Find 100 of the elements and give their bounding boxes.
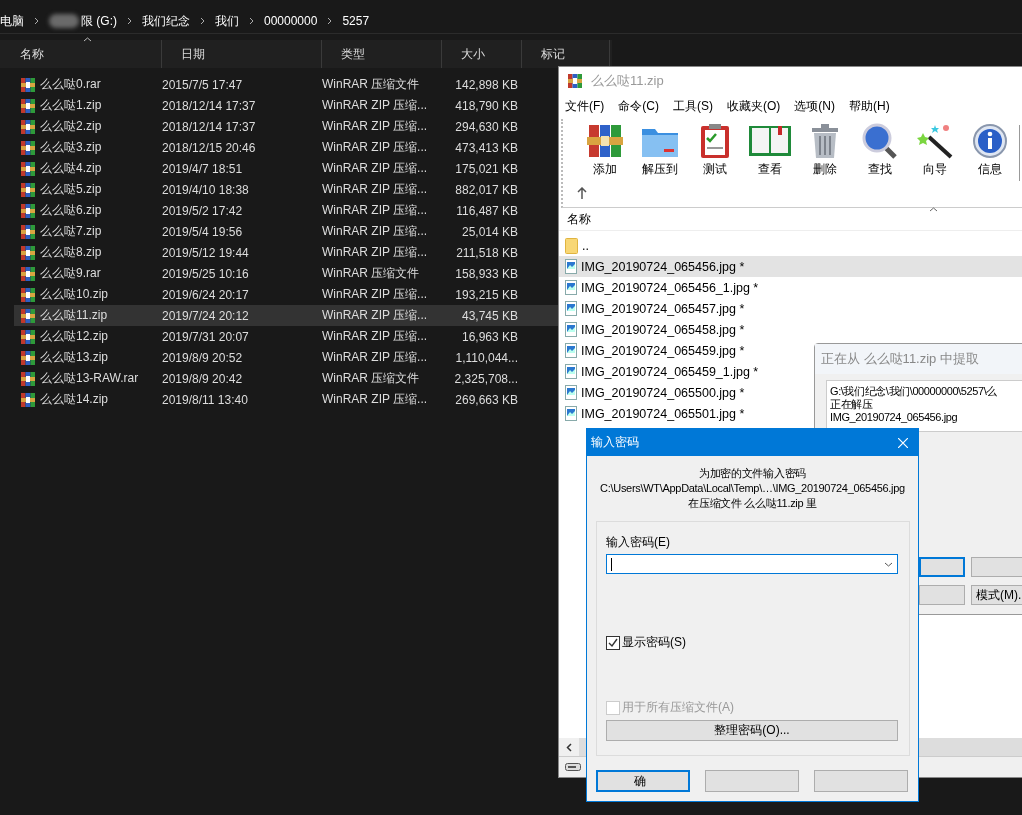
breadcrumb-item[interactable]: 00000000 bbox=[264, 14, 318, 28]
file-row[interactable]: 么么哒9.rar 2019/5/25 10:16 WinRAR 压缩文件 158,933 KB bbox=[14, 263, 558, 284]
file-date: 2019/6/24 20:17 bbox=[162, 287, 250, 302]
file-name: 么么哒6.zip bbox=[40, 202, 102, 219]
menu-item[interactable]: 选项(N) bbox=[794, 98, 835, 115]
menu-item[interactable]: 收藏夹(O) bbox=[727, 98, 781, 115]
archive-entry[interactable]: IMG_20190724_065456.jpg * bbox=[559, 256, 1022, 277]
chevron-icon bbox=[200, 17, 205, 25]
archive-icon bbox=[20, 118, 36, 135]
file-row[interactable]: 么么哒12.zip 2019/7/31 20:07 WinRAR ZIP 压缩... 16,963 KB bbox=[14, 326, 558, 347]
toolbar-button[interactable]: 删除 bbox=[797, 119, 852, 181]
archive-entry[interactable]: IMG_20190724_065459_1.jpg * bbox=[559, 361, 765, 382]
archive-icon bbox=[20, 286, 36, 303]
column-header[interactable]: 类型 bbox=[322, 40, 442, 68]
toolbar-button[interactable]: 信息 bbox=[962, 119, 1017, 181]
file-type: WinRAR ZIP 压缩... bbox=[322, 118, 429, 135]
file-size: 294,630 KB bbox=[454, 119, 518, 134]
file-date: 2015/7/5 17:47 bbox=[162, 77, 244, 92]
info-icon bbox=[971, 123, 1008, 159]
file-size: 16,963 KB bbox=[460, 329, 518, 344]
image-file-icon bbox=[565, 385, 577, 400]
file-row[interactable]: 么么哒2.zip 2018/12/14 17:37 WinRAR ZIP 压缩... 294,630 KB bbox=[14, 116, 558, 137]
file-row[interactable]: 么么哒11.zip 2019/7/24 20:12 WinRAR ZIP 压缩... 43,745 KB bbox=[14, 305, 558, 326]
file-type: WinRAR 压缩文件 bbox=[322, 76, 421, 93]
menu-item[interactable]: 文件(F) bbox=[565, 98, 605, 115]
archive-entry[interactable]: IMG_20190724_065500.jpg * bbox=[559, 382, 751, 403]
password-field[interactable] bbox=[606, 554, 898, 574]
dialog-title: 正在从 么么哒11.zip 中提取 bbox=[815, 344, 1022, 374]
toolbar-button[interactable]: 向导 bbox=[907, 119, 962, 181]
archive-entry[interactable]: IMG_20190724_065457.jpg * bbox=[559, 298, 751, 319]
archive-icon bbox=[20, 97, 36, 114]
file-row[interactable]: 么么哒13.zip 2019/8/9 20:52 WinRAR ZIP 压缩... 1,110,044... bbox=[14, 347, 558, 368]
file-row[interactable]: 么么哒6.zip 2019/5/2 17:42 WinRAR ZIP 压缩... 116,487 KB bbox=[14, 200, 558, 221]
file-type: WinRAR ZIP 压缩... bbox=[322, 97, 429, 114]
column-header[interactable]: 大小 bbox=[442, 40, 522, 68]
file-size: 211,518 KB bbox=[455, 245, 518, 260]
up-arrow-icon[interactable] bbox=[577, 187, 587, 199]
archive-icon bbox=[20, 370, 36, 387]
close-button[interactable] bbox=[896, 435, 910, 450]
column-header[interactable]: 名称 bbox=[0, 40, 162, 68]
file-date: 2019/8/11 13:40 bbox=[162, 392, 249, 407]
image-file-icon bbox=[565, 259, 577, 274]
file-row[interactable]: 么么哒4.zip 2019/4/7 18:51 WinRAR ZIP 压缩... 175,021 KB bbox=[14, 158, 558, 179]
message-line: C:\Users\WT\AppData\Local\Temp\…\IMG_20190724_065456.jpg bbox=[599, 481, 906, 496]
dialog-button[interactable] bbox=[919, 557, 965, 577]
file-date: 2019/7/24 20:12 bbox=[162, 308, 250, 323]
archive-entry[interactable]: IMG_20190724_065501.jpg * bbox=[559, 403, 751, 424]
column-header[interactable]: 日期 bbox=[162, 40, 322, 68]
archive-icon bbox=[20, 328, 36, 345]
file-date: 2018/12/14 17:37 bbox=[162, 119, 257, 134]
status-text: 正在解压 bbox=[830, 398, 874, 411]
toolbar-button[interactable]: 解压到 bbox=[632, 119, 687, 181]
file-size: 418,790 KB bbox=[454, 98, 518, 113]
file-row[interactable]: 么么哒8.zip 2019/5/12 19:44 WinRAR ZIP 压缩... 211,518 KB bbox=[14, 242, 558, 263]
breadcrumb-item[interactable]: 我们纪念 bbox=[142, 12, 190, 30]
file-row[interactable]: 么么哒3.zip 2018/12/15 20:46 WinRAR ZIP 压缩... 473,413 KB bbox=[14, 137, 558, 158]
toolbar-button[interactable]: 查找 bbox=[852, 119, 907, 181]
breadcrumb-item[interactable]: 限 (G:) bbox=[81, 12, 117, 30]
file-date: 2018/12/14 17:37 bbox=[162, 98, 257, 113]
mode-button[interactable]: 模式(M). bbox=[971, 585, 1022, 605]
file-name: 么么哒8.zip bbox=[40, 244, 102, 261]
file-row[interactable]: 么么哒13-RAW.rar 2019/8/9 20:42 WinRAR 压缩文件 2,325,708... bbox=[14, 368, 558, 389]
file-row[interactable]: 么么哒5.zip 2019/4/10 18:38 WinRAR ZIP 压缩... 882,017 KB bbox=[14, 179, 558, 200]
organize-passwords-button[interactable]: 整理密码(O)... bbox=[606, 720, 898, 741]
file-row[interactable]: 么么哒7.zip 2019/5/4 19:56 WinRAR ZIP 压缩... 25,014 KB bbox=[14, 221, 558, 242]
column-header[interactable]: 名称 bbox=[567, 210, 591, 228]
menu-item[interactable]: 帮助(H) bbox=[849, 98, 890, 115]
file-row[interactable]: 么么哒10.zip 2019/6/24 20:17 WinRAR ZIP 压缩... 193,215 KB bbox=[14, 284, 558, 305]
file-name: 么么哒11.zip bbox=[40, 307, 108, 324]
menu-item[interactable]: 命令(C) bbox=[618, 98, 659, 115]
file-size: 43,745 KB bbox=[460, 308, 518, 323]
file-type: WinRAR ZIP 压缩... bbox=[322, 328, 429, 345]
archive-icon bbox=[20, 307, 36, 324]
checkbox[interactable]: 显示密码(S) bbox=[606, 634, 898, 651]
archive-icon bbox=[20, 265, 36, 282]
file-size: 2,325,708... bbox=[453, 371, 518, 386]
chevron-icon bbox=[127, 17, 132, 25]
archive-entry[interactable]: IMG_20190724_065459.jpg * bbox=[559, 340, 751, 361]
toolbar-button[interactable]: 查看 bbox=[742, 119, 797, 181]
archive-entry[interactable]: .. bbox=[559, 235, 595, 256]
file-row[interactable]: 么么哒1.zip 2018/12/14 17:37 WinRAR ZIP 压缩... 418,790 KB bbox=[14, 95, 558, 116]
file-type: WinRAR ZIP 压缩... bbox=[322, 202, 429, 219]
image-file-icon bbox=[565, 343, 577, 358]
toolbar-button[interactable]: 测试 bbox=[687, 119, 742, 181]
archive-entry[interactable]: IMG_20190724_065456_1.jpg * bbox=[559, 277, 765, 298]
menu-item[interactable]: 工具(S) bbox=[673, 98, 713, 115]
breadcrumb-item[interactable]: 我们 bbox=[215, 12, 239, 30]
breadcrumb-item[interactable]: 5257 bbox=[342, 14, 370, 28]
image-file-icon bbox=[565, 301, 577, 316]
image-file-icon bbox=[565, 364, 577, 379]
file-row[interactable]: 么么哒0.rar 2015/7/5 17:47 WinRAR 压缩文件 142,898 KB bbox=[14, 74, 558, 95]
extract-path: G:\我们纪念\我们\00000000\5257\么 bbox=[830, 385, 998, 398]
breadcrumb-item[interactable]: 电脑 bbox=[0, 12, 24, 30]
archive-entry[interactable]: IMG_20190724_065458.jpg * bbox=[559, 319, 751, 340]
ok-button[interactable]: 确 bbox=[596, 770, 690, 792]
file-row[interactable]: 么么哒14.zip 2019/8/11 13:40 WinRAR ZIP 压缩... 269,663 KB bbox=[14, 389, 558, 410]
scroll-left-button[interactable] bbox=[559, 738, 579, 756]
toolbar-button[interactable]: 添加 bbox=[577, 119, 632, 181]
file-name: 么么哒3.zip bbox=[40, 139, 102, 156]
file-type: WinRAR ZIP 压缩... bbox=[322, 160, 429, 177]
